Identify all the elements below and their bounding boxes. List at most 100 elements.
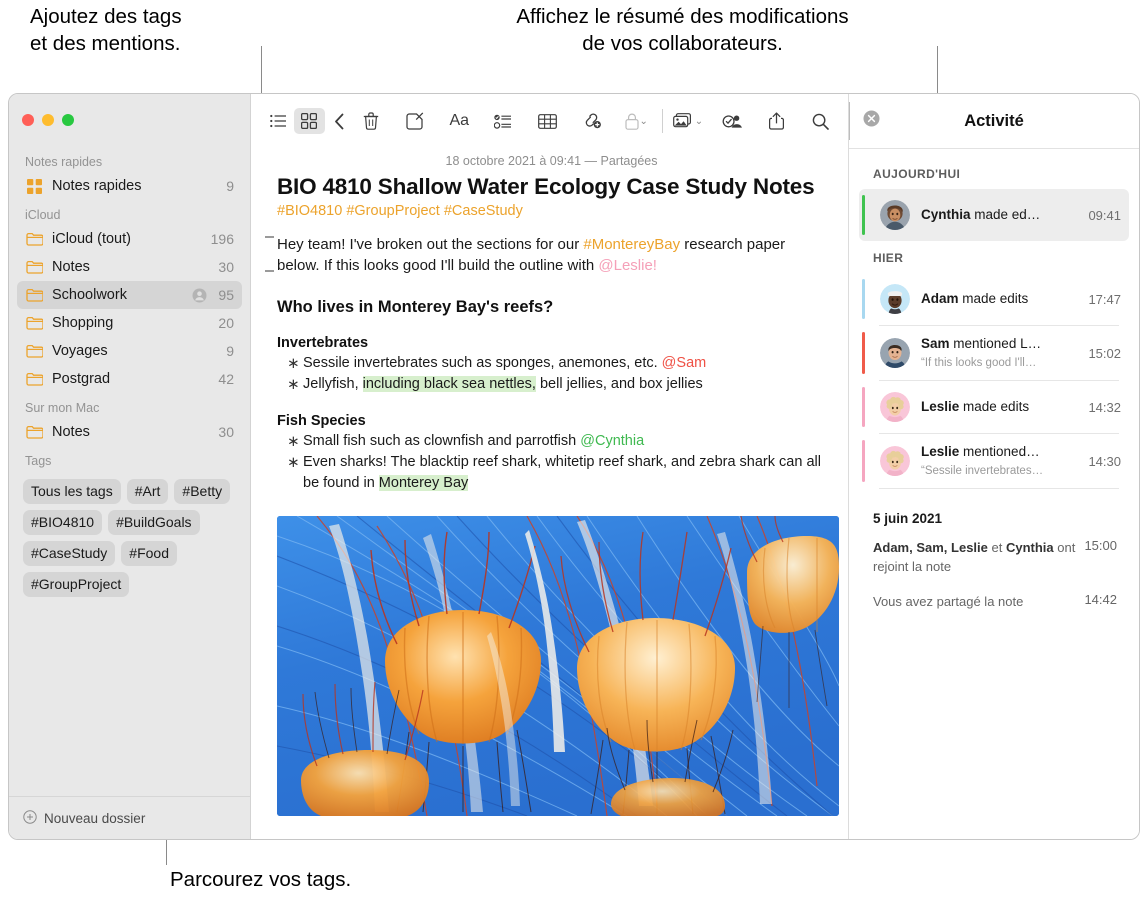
sidebar-item-mac-notes[interactable]: Notes 30 — [17, 418, 242, 446]
avatar — [880, 200, 910, 230]
bullet-pre: Jellyfish, — [303, 376, 363, 392]
activity-item-leslie-mention[interactable]: Leslie mentioned… “Sessile invertebrates… — [859, 434, 1129, 488]
activity-quote: “Sessile invertebrates… — [921, 465, 1044, 477]
note-date: 18 octobre 2021 à 09:41 — Partagées — [445, 154, 658, 168]
activity-color-bar — [862, 440, 865, 482]
activity-item-leslie-edits[interactable]: Leslie made edits 14:32 — [859, 381, 1129, 433]
lock-note-button[interactable]: ⌄ — [621, 108, 652, 134]
delete-note-button[interactable] — [355, 108, 386, 134]
tag-chip-betty[interactable]: #Betty — [174, 479, 231, 504]
format-button[interactable]: Aa — [444, 108, 475, 134]
sidebar-item-notes-rapides[interactable]: Notes rapides 9 — [17, 172, 242, 200]
minimize-button[interactable] — [42, 114, 54, 126]
sidebar-item-label: Voyages — [52, 343, 108, 359]
activity-group-date: 5 juin 2021 — [873, 511, 943, 526]
activity-person: Sam — [921, 336, 950, 351]
activity-action: made edits — [959, 399, 1030, 414]
folder-icon — [25, 316, 43, 330]
joined-names: Adam, Sam, Leslie — [873, 540, 988, 555]
activity-color-bar — [862, 387, 865, 427]
tag-chip-buildgoals[interactable]: #BuildGoals — [108, 510, 200, 535]
sidebar-scroll[interactable]: Notes rapides Notes rapides 9 iCloud iCl… — [9, 94, 250, 796]
list-view-button[interactable] — [263, 108, 294, 134]
tag-chip-food[interactable]: #Food — [121, 541, 177, 566]
intro-mention[interactable]: @Leslie! — [598, 257, 657, 274]
avatar — [880, 446, 910, 476]
avatar — [880, 338, 910, 368]
sidebar-section-title: Tags — [25, 454, 52, 468]
sidebar-item-count: 9 — [226, 343, 234, 359]
sidebar-item-shopping[interactable]: Shopping 20 — [17, 309, 242, 337]
sidebar-item-postgrad[interactable]: Postgrad 42 — [17, 365, 242, 393]
activity-action: made ed… — [970, 207, 1041, 222]
add-media-button[interactable]: ⌄ — [672, 108, 704, 134]
activity-group-today: AUJOURD'HUI — [873, 167, 961, 181]
window-controls[interactable] — [22, 114, 74, 126]
folder-icon — [25, 344, 43, 358]
activity-item-cynthia[interactable]: Cynthia made ed… 09:41 — [859, 189, 1129, 241]
checklist-button[interactable] — [488, 108, 519, 134]
sidebar-item-count: 42 — [218, 371, 234, 387]
activity-person: Leslie — [921, 399, 960, 414]
sidebar-item-voyages[interactable]: Voyages 9 — [17, 337, 242, 365]
tag-browser: Tous les tags #Art #Betty #BIO4810 #Buil… — [9, 471, 250, 597]
bullet-mention[interactable]: @Cynthia — [580, 433, 644, 449]
activity-joined-row: Adam, Sam, Leslie et Cynthia ont rejoint… — [849, 534, 1139, 580]
sidebar-item-count: 9 — [226, 178, 234, 194]
tag-chip-all[interactable]: Tous les tags — [23, 479, 121, 504]
sidebar-item-schoolwork[interactable]: Schoolwork 95 — [17, 281, 242, 309]
sidebar-item-label: Notes — [52, 424, 90, 440]
sidebar-item-count: 30 — [218, 259, 234, 275]
avatar — [880, 392, 910, 422]
intro-hashtag[interactable]: #MontereyBay — [583, 236, 680, 253]
callout-tags-text: Ajoutez des tags et des mentions. — [30, 5, 182, 55]
back-button[interactable] — [325, 108, 356, 134]
activity-text: Sam mentioned L… “If this looks good I'l… — [921, 335, 1080, 371]
activity-shared-row: Vous avez partagé la note 14:42 — [849, 580, 1139, 615]
activity-person: Adam — [921, 291, 959, 306]
sidebar-item-label: Notes rapides — [52, 178, 142, 194]
sidebar-item-notes[interactable]: Notes 30 — [17, 253, 242, 281]
jellyfish-photo[interactable] — [277, 516, 839, 816]
activity-time: 17:47 — [1088, 291, 1121, 307]
add-link-button[interactable] — [577, 108, 608, 134]
activity-main: Adam made edits — [921, 291, 1028, 306]
toolbar: Aa ⌄ ⌄ — [251, 94, 848, 148]
bullet-highlight: including black sea nettles, — [362, 376, 536, 392]
sidebar-item-label: iCloud (tout) — [52, 231, 131, 247]
new-folder-button[interactable]: Nouveau dossier — [9, 796, 250, 839]
activity-main: Leslie mentioned… — [921, 444, 1040, 459]
tag-chip-groupproject[interactable]: #GroupProject — [23, 572, 130, 597]
joined-name2: Cynthia — [1005, 540, 1054, 555]
activity-item-sam[interactable]: Sam mentioned L… “If this looks good I'l… — [859, 326, 1129, 380]
bullet-post: bell jellies, and box jellies — [535, 376, 703, 392]
activity-text: Adam made edits — [921, 290, 1080, 308]
share-button[interactable] — [761, 108, 792, 134]
activity-text: Cynthia made ed… — [921, 206, 1080, 224]
tag-chip-bio4810[interactable]: #BIO4810 — [23, 510, 103, 535]
maximize-button[interactable] — [62, 114, 74, 126]
bullet-mention[interactable]: @Sam — [662, 355, 707, 371]
collaborate-button[interactable] — [717, 108, 748, 134]
close-button[interactable] — [22, 114, 34, 126]
note-content[interactable]: 18 octobre 2021 à 09:41 — Partagées BIO … — [251, 148, 848, 839]
note-intro-paragraph: Hey team! I've broken out the sections f… — [265, 234, 826, 276]
edit-marker-icon — [265, 236, 274, 272]
sidebar-item-icloud-all[interactable]: iCloud (tout) 196 — [17, 225, 242, 253]
gallery-view-button[interactable] — [293, 108, 325, 134]
activity-text: Leslie made edits — [921, 398, 1080, 416]
sidebar-section-title: Sur mon Mac — [25, 401, 100, 415]
table-button[interactable] — [532, 108, 563, 134]
compose-note-button[interactable] — [400, 108, 431, 134]
note-tags: #BIO4810 #GroupProject #CaseStudy — [277, 203, 523, 219]
sidebar-section-title: iCloud — [25, 208, 61, 222]
tag-chip-art[interactable]: #Art — [126, 479, 169, 504]
note-bullet-list: Sessile invertebrates such as sponges, a… — [277, 353, 826, 395]
tag-chip-casestudy[interactable]: #CaseStudy — [23, 541, 116, 566]
close-icon[interactable] — [863, 110, 880, 132]
activity-item-adam[interactable]: Adam made edits 17:47 — [859, 273, 1129, 325]
activity-list[interactable]: AUJOURD'HUI Cynthia made ed… 09:41 HIER — [849, 149, 1139, 839]
new-folder-label: Nouveau dossier — [44, 810, 146, 826]
search-button[interactable] — [805, 108, 836, 134]
activity-color-bar — [862, 195, 865, 235]
